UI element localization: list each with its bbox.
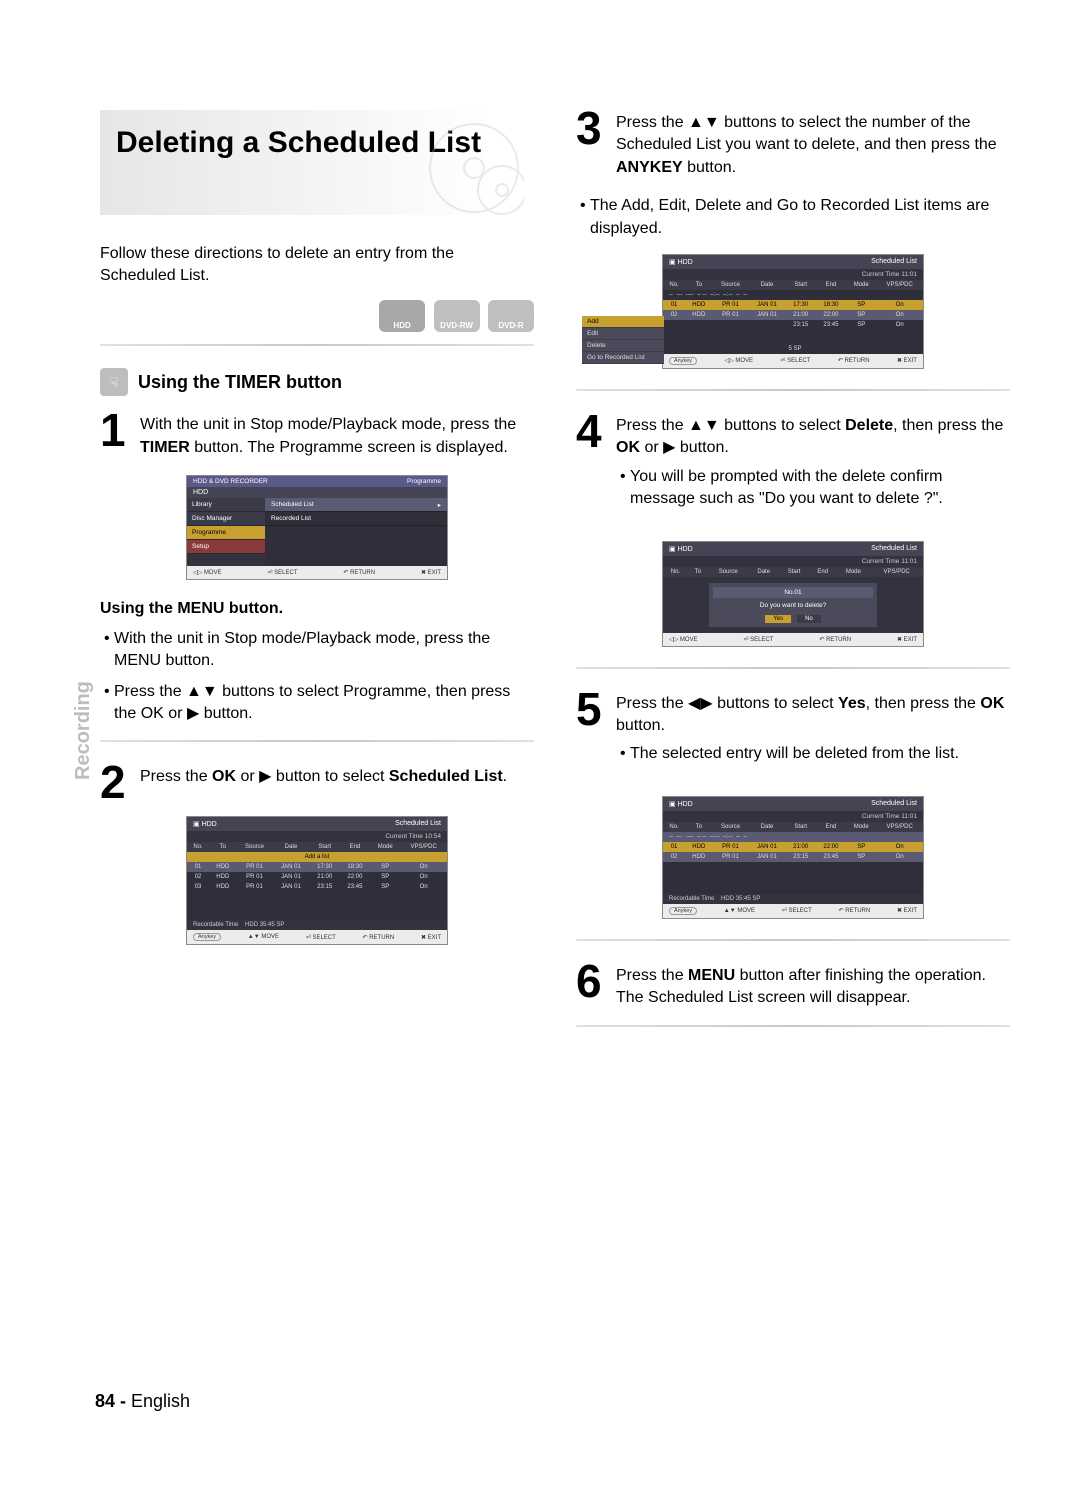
step-2: 2 Press the OK or ▶ button to select Sch… bbox=[100, 764, 534, 801]
dvdr-badge: DVD-R bbox=[488, 300, 534, 332]
step-number: 5 bbox=[576, 691, 606, 728]
osd-add-a-list: Add a list bbox=[187, 852, 447, 862]
divider bbox=[576, 939, 1010, 941]
dvdrw-badge: DVD-RW bbox=[434, 300, 480, 332]
step-number: 3 bbox=[576, 110, 606, 147]
menu-disc-manager: Disc Manager bbox=[187, 512, 265, 526]
table-row: 02HDDPR 01JAN 0121:0022:00SPOn bbox=[663, 310, 923, 320]
divider bbox=[100, 344, 534, 346]
intro-text: Follow these directions to delete an ent… bbox=[100, 243, 534, 286]
dialog-no-button: No bbox=[797, 615, 821, 623]
anykey-pill: Anykey bbox=[193, 933, 221, 941]
osd-scheduled-list-2rows: ▣ HDDScheduled List Current Time 11:01 N… bbox=[662, 796, 924, 919]
divider bbox=[576, 389, 1010, 391]
step-4: 4 Press the ▲▼ buttons to select Delete,… bbox=[576, 413, 1010, 525]
step-2-body: Press the OK or ▶ button to select Sched… bbox=[140, 764, 507, 788]
subheading-text: Using the TIMER button bbox=[138, 372, 342, 393]
step-3: 3 Press the ▲▼ buttons to select the num… bbox=[576, 110, 1010, 179]
menu-bullets: With the unit in Stop mode/Playback mode… bbox=[100, 628, 534, 726]
step-6: 6 Press the MENU button after finishing … bbox=[576, 963, 1010, 1010]
divider bbox=[576, 667, 1010, 669]
ctx-edit: Edit bbox=[582, 328, 664, 340]
dialog-header: No.01 bbox=[713, 587, 873, 598]
table-row: 23:1523:45SPOn bbox=[663, 320, 923, 330]
table-row: 01HDDPR 01JAN 0117:3018:30SPOn bbox=[187, 862, 447, 872]
step-3-bullet: The Add, Edit, Delete and Go to Recorded… bbox=[576, 195, 1010, 240]
osd-scheduled-list-3rows: ▣ HDDScheduled List Current Time 10:54 N… bbox=[186, 816, 448, 945]
menu-subheading: Using the MENU button. bbox=[100, 600, 534, 618]
context-popup: Add Edit Delete Go to Recorded List bbox=[582, 316, 664, 364]
confirm-dialog: No.01 Do you want to delete? Yes No bbox=[709, 583, 877, 627]
hdd-badge: HDD bbox=[379, 300, 425, 332]
remote-icon: ☟ bbox=[100, 368, 128, 396]
menu-setup: Setup bbox=[187, 540, 265, 554]
subheading: ☟ Using the TIMER button bbox=[100, 368, 534, 396]
step-6-body: Press the MENU button after finishing th… bbox=[616, 963, 1010, 1010]
step-1: 1 With the unit in Stop mode/Playback mo… bbox=[100, 412, 534, 459]
menu-library: Library bbox=[187, 498, 265, 512]
step-number: 1 bbox=[100, 412, 130, 449]
osd-delete-confirm: ▣ HDDScheduled List Current Time 11:01 N… bbox=[662, 541, 924, 647]
menu-programme: Programme bbox=[187, 526, 265, 540]
step-5: 5 Press the ◀▶ buttons to select Yes, th… bbox=[576, 691, 1010, 780]
ctx-add: Add bbox=[582, 316, 664, 328]
step-number: 4 bbox=[576, 413, 606, 450]
osd-footer: ◁▷ MOVE ⏎ SELECT ↶ RETURN ✖ EXIT bbox=[187, 566, 447, 579]
step-number: 6 bbox=[576, 963, 606, 1000]
dialog-yes-button: Yes bbox=[765, 615, 791, 623]
osd-current-time: Current Time 10:54 bbox=[187, 831, 447, 842]
section-side-label: Recording bbox=[72, 681, 95, 780]
page-footer: 84 - English bbox=[95, 1391, 190, 1412]
dialog-message: Do you want to delete? bbox=[713, 602, 873, 609]
menu-scheduled-list: Scheduled List ▸ bbox=[265, 498, 447, 512]
media-badges: HDD DVD-RW DVD-R bbox=[100, 300, 534, 332]
osd-programme-menu: HDD & DVD RECORDER Programme HDD Library… bbox=[186, 475, 448, 580]
table-row: 01HDDPR 01JAN 0121:0022:00SPOn bbox=[663, 842, 923, 852]
table-row: 01HDDPR 01JAN 0117:3018:30SPOn bbox=[663, 300, 923, 310]
disc-decorative-icon bbox=[404, 120, 524, 215]
divider bbox=[100, 740, 534, 742]
step-1-body: With the unit in Stop mode/Playback mode… bbox=[140, 412, 534, 459]
ctx-goto: Go to Recorded List bbox=[582, 352, 664, 364]
osd-hdd-label: HDD bbox=[193, 489, 208, 496]
step-3-body: Press the ▲▼ buttons to select the numbe… bbox=[616, 110, 1010, 179]
osd-context-menu: ▣ HDDScheduled List Current Time 11:01 N… bbox=[662, 254, 924, 369]
divider bbox=[576, 1025, 1010, 1027]
menu-recorded-list: Recorded List bbox=[265, 512, 447, 526]
table-row: 03HDDPR 01JAN 0123:1523:45SPOn bbox=[187, 882, 447, 892]
section-title-block: Deleting a Scheduled List bbox=[100, 110, 534, 215]
step-4-body: Press the ▲▼ buttons to select Delete, t… bbox=[616, 413, 1010, 525]
table-row: 02HDDPR 01JAN 0121:0022:00SPOn bbox=[187, 872, 447, 882]
step-number: 2 bbox=[100, 764, 130, 801]
step-5-body: Press the ◀▶ buttons to select Yes, then… bbox=[616, 691, 1010, 780]
ctx-delete: Delete bbox=[582, 340, 664, 352]
table-row: 02HDDPR 01JAN 0123:1523:45SPOn bbox=[663, 852, 923, 862]
